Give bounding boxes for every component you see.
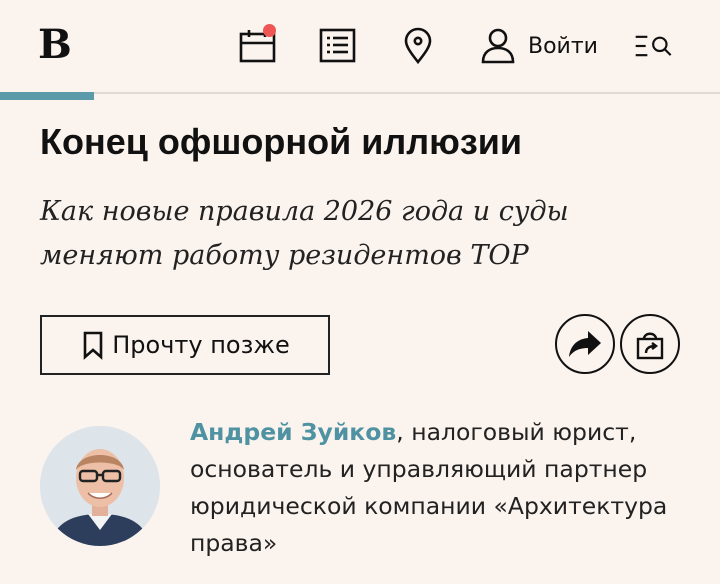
read-later-button[interactable]: Прочту позже xyxy=(40,315,330,375)
read-later-label: Прочту позже xyxy=(112,331,290,359)
reading-progress-bar xyxy=(0,92,94,100)
login-button[interactable]: Войти xyxy=(478,24,598,68)
list-icon[interactable] xyxy=(318,26,358,66)
bookmark-icon xyxy=(83,331,103,360)
author-info: Андрей Зуйков, налоговый юрист, основате… xyxy=(190,414,690,562)
article-title: Конец офшорной иллюзии xyxy=(40,121,522,162)
calendar-icon[interactable] xyxy=(238,24,278,66)
author-avatar xyxy=(40,426,160,546)
logo[interactable]: В xyxy=(38,22,72,68)
share-icon xyxy=(569,331,601,357)
article-subtitle: Как новые правила 2026 года и суды меняю… xyxy=(40,196,569,271)
user-icon xyxy=(481,28,515,64)
menu-search-icon[interactable] xyxy=(634,26,682,66)
gift-button[interactable] xyxy=(620,314,680,374)
gift-icon xyxy=(636,332,664,360)
location-pin-icon[interactable] xyxy=(398,26,438,66)
header: В Войти xyxy=(0,0,720,94)
share-button[interactable] xyxy=(555,314,615,374)
notification-dot xyxy=(263,24,276,37)
author-name[interactable]: Андрей Зуйков xyxy=(190,418,396,446)
login-label: Войти xyxy=(528,33,598,59)
